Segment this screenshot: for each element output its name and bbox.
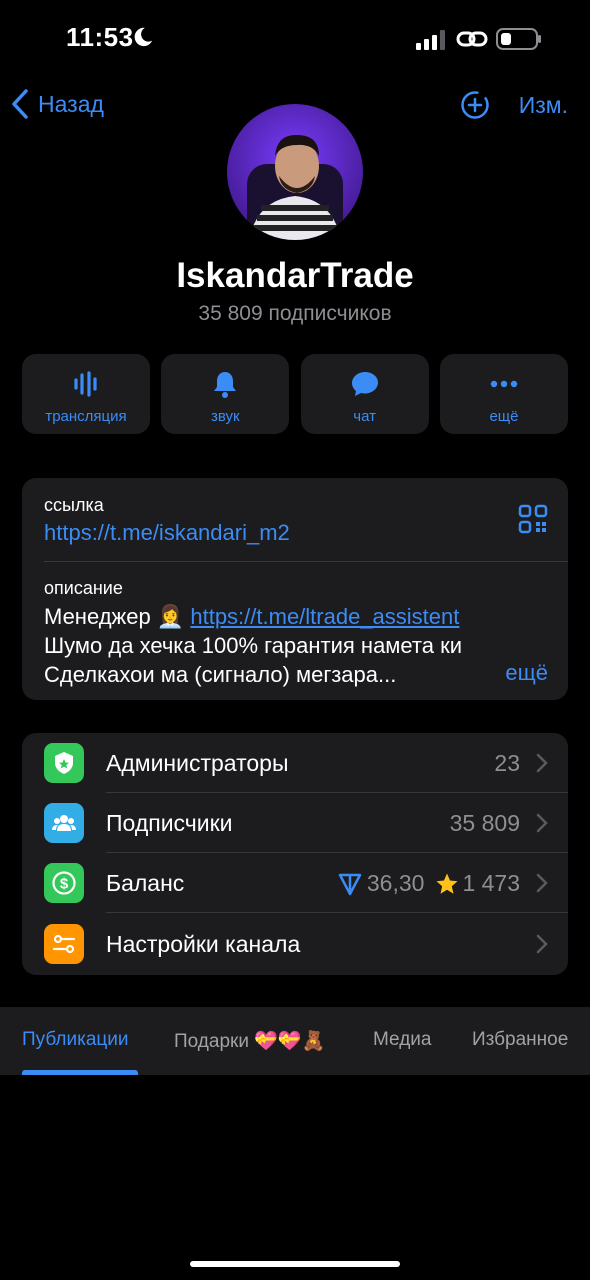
channel-name: IskandarTrade [176,256,414,295]
settings-sliders-icon [44,924,84,964]
row-divider [106,912,568,913]
status-time: 11:53 [66,22,134,52]
description-line-3: Сделкахои ма (сигнало) мегзара... [44,662,397,687]
more-button[interactable]: ещё [439,354,568,434]
chevron-left-icon [12,89,28,119]
description-more-link[interactable]: ещё [505,660,548,686]
channel-settings-title: Настройки канала [106,931,301,957]
list-item-channel-settings[interactable]: Настройки канала [22,914,568,974]
subscribers-title: Подписчики [106,810,233,836]
chevron-right-icon [536,813,548,833]
qr-code-icon[interactable] [518,504,548,534]
broadcast-button[interactable]: трансляция [22,354,150,434]
assistant-link[interactable]: https://t.me/ltrade_assistent [190,604,459,629]
active-tab-indicator [22,1070,138,1075]
more-label: ещё [489,408,519,425]
home-indicator[interactable] [190,1261,400,1267]
chevron-right-icon [536,873,548,893]
chevron-right-icon [536,934,548,954]
balance-values: 36,30 1 473 [337,870,520,897]
sound-button[interactable]: звук [161,354,290,434]
battery-icon [496,28,541,50]
chat-label: чат [353,408,376,425]
dollar-icon: $ [44,863,84,903]
chat-button[interactable]: чат [300,354,429,434]
chain-link-icon [456,31,488,47]
ton-icon [338,873,362,895]
description-prefix: Менеджер 👩‍💼 [44,604,191,629]
stars-balance: 1 473 [462,870,520,896]
svg-text:$: $ [60,876,69,893]
list-item-subscribers[interactable]: Подписчики 35 809 [22,793,568,853]
description-text: Менеджер 👩‍💼 https://t.me/ltrade_assiste… [44,602,554,689]
more-dots-icon [490,380,518,388]
list-item-administrators[interactable]: Администраторы 23 [22,733,568,793]
ton-balance: 36,30 [366,870,425,896]
moon-icon [134,27,153,47]
signal-icon [416,30,445,50]
chevron-right-icon [536,753,548,773]
bell-icon [214,372,237,398]
link-label: ссылка [44,495,104,515]
channel-link[interactable]: https://t.me/iskandari_m2 [44,520,290,546]
info-card: ссылка https://t.me/iskandari_m2 описани… [22,478,568,700]
people-icon [44,803,84,843]
back-button[interactable]: Назад [10,88,104,120]
sound-label: звук [211,408,240,425]
subscribers-count: 35 809 [449,810,520,836]
description-label: описание [44,578,123,598]
tab-favorites[interactable]: Избранное [472,1029,568,1051]
tab-gifts[interactable]: Подарки 💝💝🧸 [174,1029,325,1053]
broadcast-icon [74,371,97,397]
edit-button[interactable]: Изм. [519,92,568,119]
info-divider [44,561,568,562]
description-line-2: Шумо да хечка 100% гарантия намета ки [44,633,463,658]
avatar[interactable] [227,104,363,240]
chat-bubble-icon [351,372,378,396]
back-label: Назад [38,90,104,117]
tab-publications[interactable]: Публикации [22,1029,129,1051]
star-icon [436,873,458,894]
balance-title: Баланс [106,870,185,896]
subscriber-count: 35 809 подписчиков [198,302,392,325]
broadcast-label: трансляция [45,408,127,425]
administrators-count: 23 [494,750,520,776]
channel-settings-list: Администраторы 23 Подписчики 35 809 $ Ба… [22,733,568,975]
action-buttons: трансляция звук чат ещё [22,354,568,434]
description-line-1: Менеджер 👩‍💼 https://t.me/ltrade_assiste… [44,602,554,631]
tab-media[interactable]: Медиа [373,1029,431,1051]
content-tabs: Публикации Подарки 💝💝🧸 Медиа Избранное [0,1007,590,1075]
list-item-balance[interactable]: $ Баланс 36,30 1 473 [22,853,568,913]
administrators-title: Администраторы [106,750,289,776]
admin-shield-icon [44,743,84,783]
add-circle-icon[interactable] [460,90,490,120]
